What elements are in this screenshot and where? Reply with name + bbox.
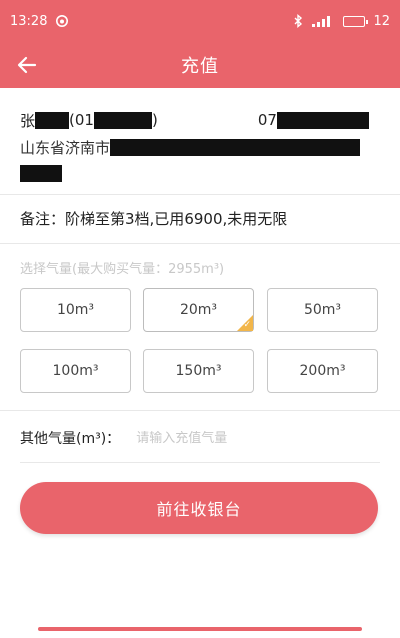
- divider: [0, 410, 400, 411]
- volume-option-label: 100m³: [52, 363, 99, 379]
- account-id-suffix: ): [151, 111, 158, 129]
- other-volume-label: 其他气量(m³)：: [20, 431, 121, 447]
- volume-option-label: 10m³: [56, 302, 95, 318]
- page-title: 充值: [181, 56, 219, 77]
- redacted-phone: [276, 111, 369, 129]
- volume-option-label: 50m³: [303, 302, 342, 318]
- other-volume-row: 其他气量(m³)：: [20, 428, 380, 448]
- redacted-id: [93, 111, 152, 129]
- max-volume-hint: 选择气量(最大购买气量：2955m³): [20, 262, 225, 277]
- back-arrow-icon[interactable]: [14, 52, 40, 78]
- bluetooth-icon: [293, 14, 303, 28]
- account-info: 张 (01 ) 07 山东省济南市: [20, 106, 380, 186]
- checkmark-icon: ✓: [243, 320, 251, 330]
- volume-option-100[interactable]: 100m³: [20, 349, 131, 393]
- other-volume-input[interactable]: [136, 430, 337, 446]
- battery-icon: [343, 15, 369, 27]
- redacted-address-2: [20, 164, 62, 182]
- volume-option-label: 20m³: [179, 302, 218, 318]
- redacted-address: [110, 138, 361, 156]
- divider: [0, 194, 400, 195]
- divider: [0, 243, 400, 244]
- volume-option-label: 150m³: [175, 363, 222, 379]
- status-bar: 13:28 12: [0, 0, 400, 42]
- account-address-row-2: [20, 160, 380, 186]
- volume-option-10[interactable]: 10m³: [20, 288, 131, 332]
- volume-option-50[interactable]: 50m³: [267, 288, 378, 332]
- app-bar: 充值: [0, 42, 400, 88]
- account-address-row: 山东省济南市: [20, 134, 380, 160]
- redacted-name: [35, 111, 70, 129]
- volume-option-200[interactable]: 200m³: [267, 349, 378, 393]
- bottom-accent-bar: [38, 627, 362, 631]
- volume-option-20[interactable]: 20m³ ✓: [143, 288, 254, 332]
- go-to-checkout-button[interactable]: 前往收银台: [20, 482, 378, 534]
- weibo-icon: [55, 14, 69, 28]
- volume-option-label: 200m³: [299, 363, 346, 379]
- battery-level: 12: [373, 13, 390, 29]
- account-id-prefix: (01: [69, 111, 94, 129]
- volume-option-150[interactable]: 150m³: [143, 349, 254, 393]
- account-address-prefix: 山东省济南市: [20, 138, 111, 157]
- signal-icon: [311, 15, 335, 28]
- account-phone-prefix: 07: [257, 111, 277, 129]
- divider: [20, 462, 380, 463]
- status-time: 13:28: [10, 13, 48, 29]
- account-name-row: 张 (01 ) 07: [20, 106, 380, 134]
- note-text: 备注：阶梯至第3档,已用6900,未用无限: [20, 210, 288, 228]
- account-name-prefix: 张: [20, 111, 36, 130]
